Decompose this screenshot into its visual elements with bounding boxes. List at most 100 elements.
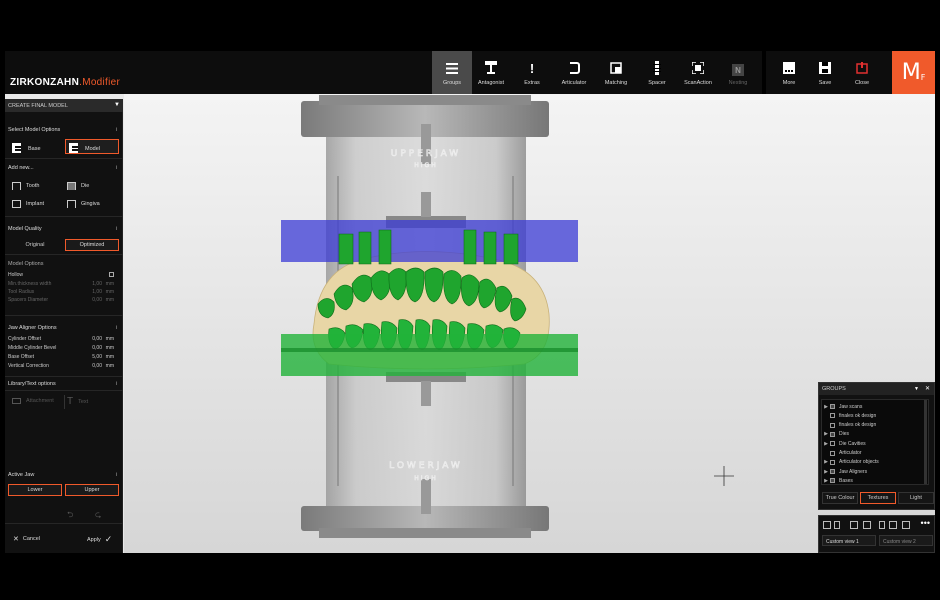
custom-view-2-field[interactable]: Custom view 2: [879, 535, 933, 546]
articulator-icon: [566, 60, 582, 76]
group-visibility-checkbox[interactable]: [830, 469, 835, 475]
info-icon[interactable]: i: [116, 325, 117, 331]
info-icon[interactable]: i: [116, 381, 117, 387]
more-button[interactable]: More: [769, 51, 809, 94]
text-button[interactable]: T Text: [67, 396, 88, 407]
upper-jaw-button[interactable]: Upper: [65, 484, 119, 496]
group-visibility-checkbox[interactable]: [830, 413, 835, 419]
hollow-label: Hollow: [8, 272, 24, 278]
divider: [5, 254, 123, 255]
group-item[interactable]: Articulator: [822, 449, 928, 458]
view-back-icon[interactable]: [902, 521, 910, 529]
add-gingiva-button[interactable]: Gingiva: [67, 200, 100, 208]
hollow-checkbox[interactable]: [109, 272, 114, 277]
group-item[interactable]: ▶ Jaw scans: [822, 402, 928, 411]
view-left-icon[interactable]: [879, 521, 885, 529]
attachment-icon: [12, 398, 21, 404]
attachment-button[interactable]: Attachment: [12, 398, 54, 404]
close-panel-icon[interactable]: ✕: [925, 386, 930, 392]
group-item[interactable]: ▶ Bases: [822, 476, 928, 485]
option-label: Spacers Diameter: [8, 297, 49, 303]
info-icon[interactable]: i: [116, 226, 117, 232]
group-item[interactable]: ▶ Articulator objects: [822, 458, 928, 467]
textures-button[interactable]: Textures: [860, 492, 896, 504]
option-value[interactable]: 1,00: [92, 289, 102, 295]
redo-icon[interactable]: ⮎: [95, 509, 101, 523]
expand-triangle-icon[interactable]: ▶: [822, 478, 830, 484]
undo-icon[interactable]: ⮌: [67, 509, 73, 523]
group-item[interactable]: ▶ Die Cavities: [822, 439, 928, 448]
more-dots-icon[interactable]: •••: [921, 518, 930, 528]
group-visibility-checkbox[interactable]: [830, 459, 835, 465]
group-visibility-checkbox[interactable]: [830, 422, 835, 428]
extras-button[interactable]: ! Extras: [512, 51, 552, 94]
nesting-button[interactable]: N Nesting: [718, 51, 758, 94]
group-visibility-checkbox[interactable]: [830, 404, 835, 409]
option-value[interactable]: 0,00: [92, 345, 102, 351]
add-die-button[interactable]: Die: [67, 182, 89, 190]
info-icon[interactable]: i: [116, 472, 117, 478]
group-visibility-checkbox[interactable]: [830, 431, 835, 437]
true-colour-button[interactable]: True Colour: [822, 492, 858, 504]
groups-button[interactable]: Groups: [432, 51, 472, 94]
model-render[interactable]: UPPERJAW HIGH LOWERJAW HIGH: [124, 94, 935, 553]
section-jaw-aligner: Jaw Aligner Options i: [5, 325, 123, 331]
view-front-icon[interactable]: [823, 521, 831, 529]
info-icon[interactable]: i: [116, 127, 117, 133]
view-right-icon[interactable]: [889, 521, 897, 529]
option-value[interactable]: 5,00: [92, 354, 102, 360]
model-option[interactable]: Model: [69, 143, 100, 155]
save-button[interactable]: Save: [805, 51, 845, 94]
chevron-down-icon[interactable]: ▼: [914, 386, 919, 392]
group-visibility-checkbox[interactable]: [830, 441, 835, 447]
antagonist-button[interactable]: Antagonist: [471, 51, 511, 94]
group-item[interactable]: finales ok design: [822, 411, 928, 420]
3d-viewport[interactable]: UPPERJAW HIGH LOWERJAW HIGH: [124, 94, 935, 553]
view-top-icon[interactable]: [850, 521, 858, 529]
matching-button[interactable]: Matching: [596, 51, 636, 94]
group-item[interactable]: ▶ Dies: [822, 430, 928, 439]
expand-triangle-icon[interactable]: ▶: [822, 459, 830, 465]
hollow-option[interactable]: Hollow: [8, 272, 118, 278]
section-active-jaw: Active Jaw i: [5, 472, 123, 478]
optimized-quality-button[interactable]: Optimized: [65, 239, 119, 251]
expand-triangle-icon[interactable]: ▶: [822, 404, 830, 410]
option-value[interactable]: 0,00: [92, 297, 102, 303]
scanaction-button[interactable]: ScanAction: [678, 51, 718, 94]
info-icon[interactable]: i: [116, 165, 117, 171]
apply-button[interactable]: Apply ✓: [87, 534, 112, 545]
group-label: Dies: [839, 431, 850, 438]
option-value[interactable]: 1,00: [92, 281, 102, 287]
option-value[interactable]: 0,00: [92, 336, 102, 342]
attachment-label: Attachment: [26, 398, 54, 404]
option-value[interactable]: 0,00: [92, 363, 102, 369]
expand-triangle-icon[interactable]: ▶: [822, 441, 830, 447]
divider: [5, 158, 123, 159]
lower-jaw-button[interactable]: Lower: [8, 484, 62, 496]
option-unit: mm: [105, 354, 114, 360]
base-option[interactable]: Base: [12, 143, 41, 155]
expand-triangle-icon[interactable]: ▶: [822, 431, 830, 437]
group-visibility-checkbox[interactable]: [830, 478, 835, 484]
expand-triangle-icon[interactable]: ▶: [822, 469, 830, 475]
group-item[interactable]: ▶ Jaw Aligners: [822, 467, 928, 476]
cancel-button[interactable]: ✕ Cancel: [13, 535, 40, 543]
custom-view-1-field[interactable]: Custom view 1: [822, 535, 876, 546]
group-visibility-checkbox[interactable]: [830, 450, 835, 456]
panel-header[interactable]: CREATE FINAL MODEL ▼: [5, 99, 123, 112]
view-side-icon[interactable]: [834, 521, 840, 529]
view-bottom-icon[interactable]: [863, 521, 871, 529]
add-tooth-button[interactable]: Tooth: [12, 182, 39, 190]
spacer-button[interactable]: Spacer: [637, 51, 677, 94]
close-button[interactable]: Close: [842, 51, 882, 94]
articulator-button[interactable]: Articulator: [554, 51, 594, 94]
dropdown-arrow-icon[interactable]: ▼: [114, 102, 120, 108]
antagonist-label: Antagonist: [478, 80, 504, 86]
brand-title: ZIRKONZAHN.Modifier: [10, 77, 120, 88]
original-quality-button[interactable]: Original: [10, 239, 60, 251]
light-button[interactable]: Light: [898, 492, 934, 504]
nesting-label: Nesting: [728, 80, 748, 86]
group-item[interactable]: finales ok design: [822, 421, 928, 430]
groups-scrollbar[interactable]: [924, 400, 927, 484]
add-implant-button[interactable]: Implant: [12, 200, 44, 208]
